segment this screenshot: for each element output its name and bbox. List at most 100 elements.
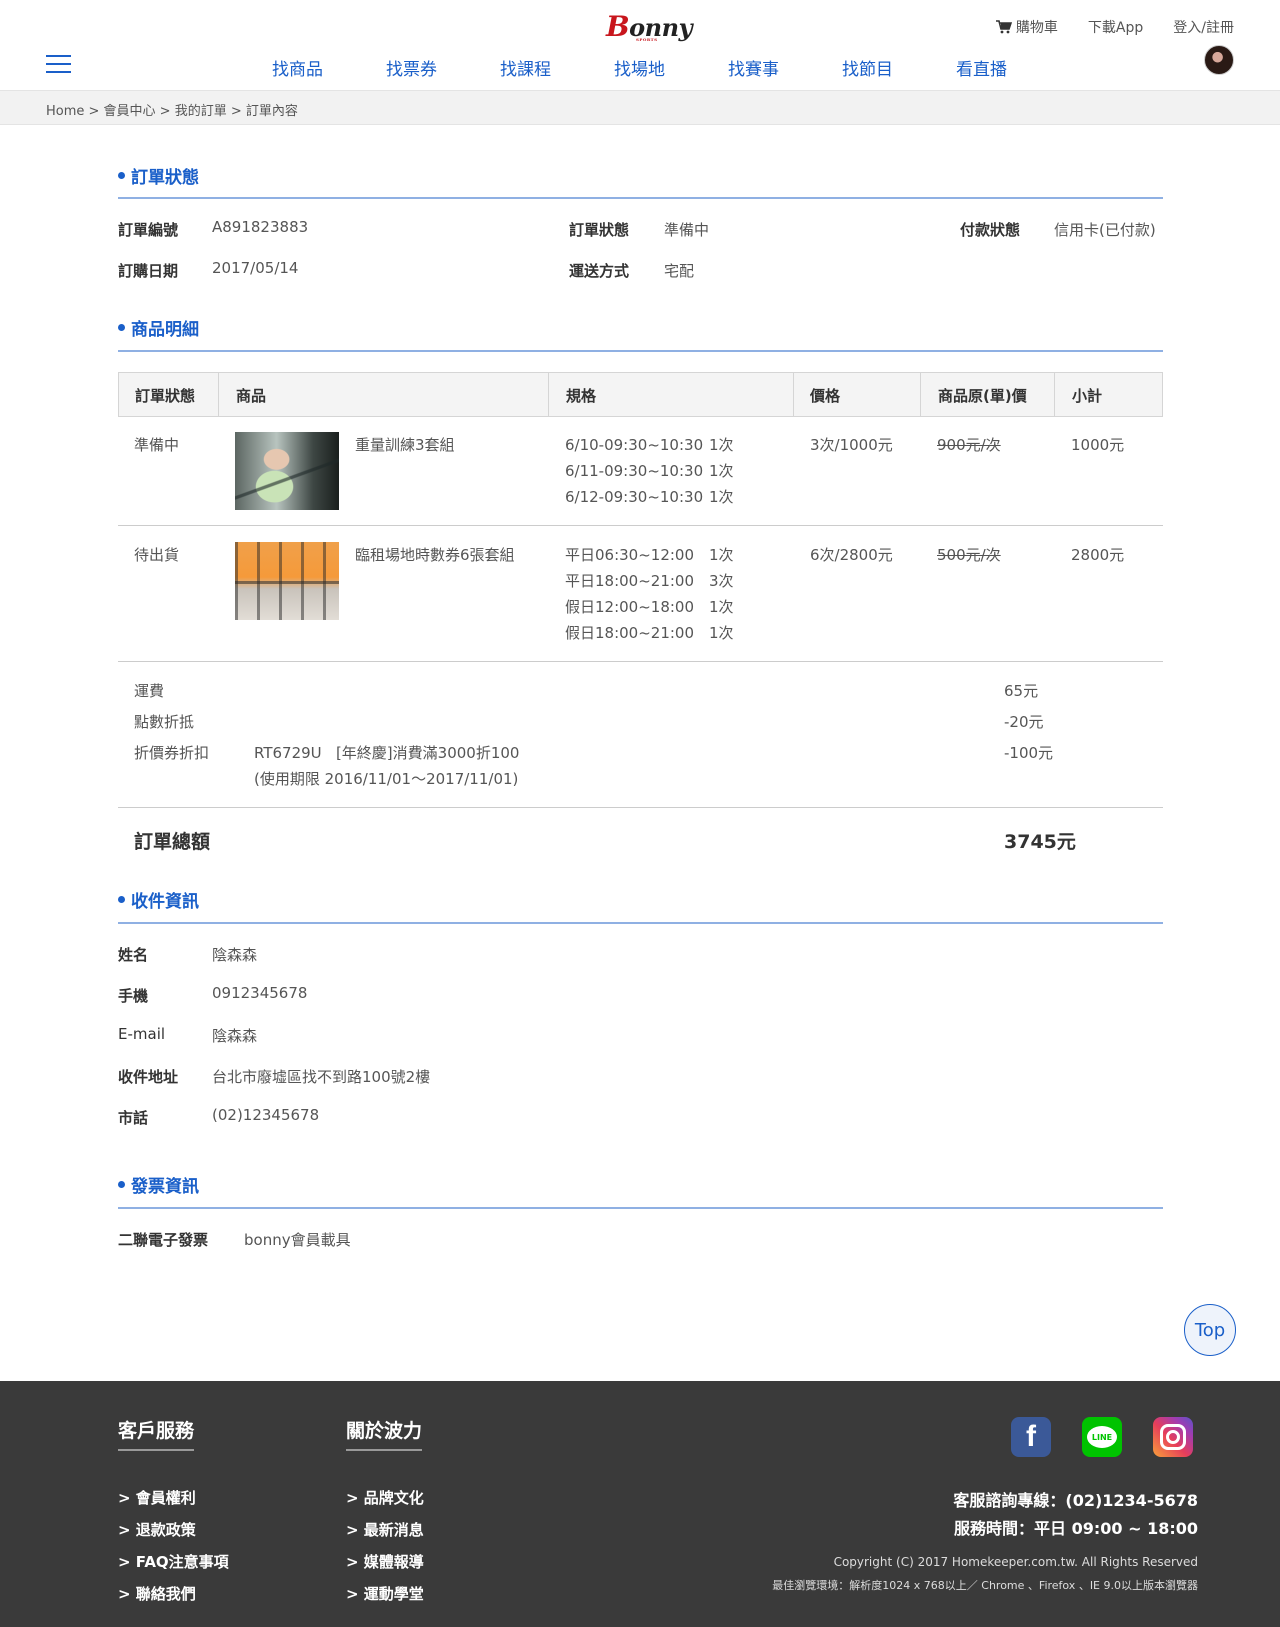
back-to-top-button[interactable]: Top [1184, 1304, 1236, 1356]
footer-about-title: 關於波力 [346, 1416, 423, 1451]
recipient-mobile: 0912345678 [212, 984, 308, 1002]
divider [118, 1207, 1163, 1209]
spec-qty: 1次 [709, 624, 734, 642]
order-status: 準備中 [664, 221, 710, 239]
login-register-link[interactable]: 登入/註冊 [1173, 17, 1234, 37]
items-table-header: 訂單狀態 商品 規格 價格 商品原(單)價 小計 [118, 372, 1163, 417]
recipient-mobile-label: 手機 [118, 987, 149, 1005]
site-header: Bonny SPORTS 購物車 下載App 登入/註冊 找商品 找票券 找課程 … [0, 0, 1280, 90]
section-recipient: 收件資訊 [118, 887, 199, 912]
payment-status: 信用卡(已付款) [1054, 221, 1156, 239]
recipient-name: 陰森森 [212, 946, 258, 964]
order-number: A891823883 [212, 218, 309, 236]
divider [118, 525, 1163, 526]
spec-qty: 1次 [709, 488, 734, 506]
footer-customer-service-title: 客戶服務 [118, 1416, 195, 1451]
spec-line: 6/12-09:30~10:30 [565, 488, 704, 506]
divider [118, 922, 1163, 924]
download-app-link[interactable]: 下載App [1088, 17, 1143, 37]
nav-programs[interactable]: 找節目 [842, 55, 956, 80]
payment-status-label: 付款狀態 [960, 221, 1021, 239]
divider [118, 661, 1163, 662]
avatar[interactable] [1204, 45, 1234, 75]
nav-live[interactable]: 看直播 [956, 55, 1070, 80]
spec-qty: 1次 [709, 598, 734, 616]
col-product: 商品 [236, 387, 267, 405]
spec-qty: 1次 [709, 546, 734, 564]
divider [118, 197, 1163, 199]
spec-line: 平日06:30~12:00 [565, 546, 695, 564]
product-image[interactable] [235, 432, 339, 510]
menu-icon[interactable] [46, 55, 71, 75]
shipping-method-label: 運送方式 [569, 262, 630, 280]
bullet-icon [118, 1181, 125, 1188]
recipient-name-label: 姓名 [118, 946, 149, 964]
product-name[interactable]: 重量訓練3套組 [355, 432, 455, 458]
footer-copyright: Copyright (C) 2017 Homekeeper.com.tw. Al… [833, 1555, 1198, 1569]
order-date-label: 訂購日期 [118, 262, 179, 280]
divider [118, 807, 1163, 808]
recipient-email-label: E-mail [118, 1025, 166, 1043]
nav-events[interactable]: 找賽事 [728, 55, 842, 80]
bullet-icon [118, 324, 125, 331]
spec-line: 假日18:00~21:00 [565, 624, 695, 642]
coupon-period: (使用期限 2016/11/01～2017/11/01) [254, 770, 519, 788]
nav-tickets[interactable]: 找票券 [386, 55, 500, 80]
footer-link-contact[interactable]: > 聯絡我們 [118, 1583, 196, 1604]
line-icon[interactable]: LINE [1082, 1417, 1122, 1457]
spec-line: 6/10-09:30~10:30 [565, 436, 704, 454]
order-total-label: 訂單總額 [134, 831, 211, 853]
product-name[interactable]: 臨租場地時數券6張套組 [355, 542, 515, 568]
coupon-discount: -100元 [1004, 744, 1054, 762]
order-date: 2017/05/14 [212, 259, 299, 277]
row-subtotal: 1000元 [1071, 436, 1125, 454]
coupon-label: 折價券折扣 [134, 744, 210, 762]
spec-line: 6/11-09:30~10:30 [565, 462, 704, 480]
recipient-phone: (02)12345678 [212, 1106, 320, 1124]
footer-hotline: 客服諮詢專線：(02)1234-5678 [953, 1491, 1198, 1510]
spec-qty: 1次 [709, 436, 734, 454]
order-total: 3745元 [1004, 831, 1076, 853]
row-original-price: 500元/次 [937, 546, 1001, 564]
row-subtotal: 2800元 [1071, 546, 1125, 564]
footer-link-faq[interactable]: > FAQ注意事項 [118, 1551, 229, 1572]
footer-link-member-rights[interactable]: > 會員權利 [118, 1487, 196, 1508]
footer-link-brand[interactable]: > 品牌文化 [346, 1487, 424, 1508]
row-status: 待出貨 [134, 546, 180, 564]
instagram-icon[interactable] [1153, 1417, 1193, 1457]
main-nav: 找商品 找票券 找課程 找場地 找賽事 找節目 看直播 [272, 55, 1070, 80]
divider [118, 350, 1163, 352]
footer-link-academy[interactable]: > 運動學堂 [346, 1583, 424, 1604]
breadcrumb: Home > 會員中心 > 我的訂單 > 訂單內容 [0, 90, 1280, 125]
section-items: 商品明細 [118, 315, 199, 340]
footer-link-refund-policy[interactable]: > 退款政策 [118, 1519, 196, 1540]
spec-line: 假日12:00~18:00 [565, 598, 695, 616]
nav-products[interactable]: 找商品 [272, 55, 386, 80]
points-discount: -20元 [1004, 713, 1044, 731]
col-original-price: 商品原(單)價 [938, 387, 1027, 405]
row-price: 6次/2800元 [810, 546, 893, 564]
spec-qty: 1次 [709, 462, 734, 480]
cart-icon [995, 20, 1012, 34]
facebook-icon[interactable]: f [1011, 1417, 1051, 1457]
footer-link-news[interactable]: > 最新消息 [346, 1519, 424, 1540]
spec-qty: 3次 [709, 572, 734, 590]
footer-link-media[interactable]: > 媒體報導 [346, 1551, 424, 1572]
recipient-email: 陰森森 [212, 1027, 258, 1045]
bullet-icon [118, 172, 125, 179]
footer-browser-note: 最佳瀏覽環境：解析度1024 x 768以上／ Chrome 、Firefox … [772, 1579, 1198, 1592]
order-status-label: 訂單狀態 [569, 221, 630, 239]
nav-venues[interactable]: 找場地 [614, 55, 728, 80]
product-image[interactable] [235, 542, 339, 620]
section-order-status: 訂單狀態 [118, 163, 199, 188]
nav-courses[interactable]: 找課程 [500, 55, 614, 80]
recipient-address: 台北市廢墟區找不到路100號2樓 [212, 1068, 431, 1086]
col-status: 訂單狀態 [135, 387, 196, 405]
col-price: 價格 [810, 387, 841, 405]
col-subtotal: 小計 [1072, 387, 1103, 405]
bonny-logo[interactable]: Bonny SPORTS [606, 10, 693, 43]
invoice-type-label: 二聯電子發票 [118, 1231, 209, 1249]
shipping-fee: 65元 [1004, 682, 1039, 700]
shipping-fee-label: 運費 [134, 682, 165, 700]
cart-link[interactable]: 購物車 [995, 17, 1058, 37]
